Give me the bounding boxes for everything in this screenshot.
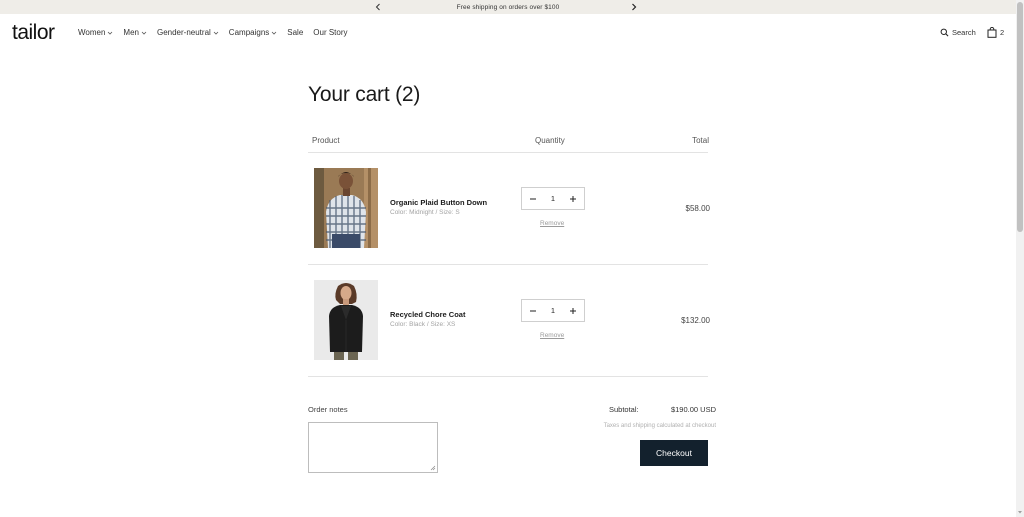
- subtotal-label: Subtotal:: [609, 405, 639, 414]
- nav-item-our-story[interactable]: Our Story: [313, 28, 347, 37]
- announcement-bar: Free shipping on orders over $100: [0, 0, 1016, 14]
- plus-icon[interactable]: [568, 194, 578, 204]
- column-header-product: Product: [312, 136, 340, 145]
- chevron-down-icon: [108, 31, 113, 35]
- chevron-down-icon: [271, 31, 277, 35]
- product-image-chore-coat[interactable]: [314, 280, 378, 360]
- subtotal-value: $190.00 USD: [670, 405, 716, 414]
- announcement-text: Free shipping on orders over $100: [456, 3, 560, 11]
- product-name[interactable]: Organic Plaid Button Down: [390, 198, 487, 207]
- nav-label: Campaigns: [228, 28, 270, 37]
- divider: [308, 264, 708, 265]
- product-meta: Color: Black / Size: XS: [390, 321, 456, 328]
- plus-icon[interactable]: [568, 306, 578, 316]
- cart-count: 2: [1000, 28, 1005, 37]
- logo[interactable]: tailor: [12, 21, 55, 45]
- column-header-total: Total: [692, 136, 709, 145]
- nav-label: Men: [123, 28, 139, 37]
- order-notes-field[interactable]: [308, 422, 438, 473]
- search-icon: [940, 28, 949, 37]
- minus-icon[interactable]: [528, 194, 538, 204]
- site-header: tailor Women Men Gender-neutral Campaign…: [0, 14, 1016, 54]
- nav-item-men[interactable]: Men: [123, 28, 147, 37]
- shopping-bag-icon: [987, 27, 997, 38]
- search-label: Search: [952, 28, 976, 37]
- product-image-plaid-shirt[interactable]: [314, 168, 378, 248]
- quantity-stepper: 1: [521, 187, 585, 210]
- column-header-quantity: Quantity: [535, 136, 565, 145]
- product-name[interactable]: Recycled Chore Coat: [390, 310, 465, 319]
- divider: [308, 376, 708, 377]
- remove-link[interactable]: Remove: [540, 332, 564, 339]
- product-meta: Color: Midnight / Size: S: [390, 209, 460, 216]
- remove-link[interactable]: Remove: [540, 220, 564, 227]
- quantity-value[interactable]: 1: [551, 306, 555, 315]
- line-total: $58.00: [685, 204, 710, 213]
- scroll-down-arrow-icon[interactable]: [1017, 509, 1023, 515]
- nav-label: Sale: [287, 28, 304, 37]
- chevron-right-icon[interactable]: [629, 2, 639, 12]
- search-button[interactable]: Search: [940, 28, 976, 37]
- minus-icon[interactable]: [528, 306, 538, 316]
- nav-item-gender-neutral[interactable]: Gender-neutral: [157, 28, 219, 37]
- scrollbar[interactable]: [1016, 0, 1024, 517]
- nav-item-women[interactable]: Women: [78, 28, 113, 37]
- main-nav: Women Men Gender-neutral Campaigns Sale …: [78, 28, 348, 37]
- nav-label: Gender-neutral: [156, 28, 211, 37]
- quantity-stepper: 1: [521, 299, 585, 322]
- chevron-left-icon[interactable]: [373, 2, 383, 12]
- tax-note: Taxes and shipping calculated at checkou…: [603, 423, 716, 429]
- nav-item-campaigns[interactable]: Campaigns: [229, 28, 277, 37]
- order-notes-label: Order notes: [308, 405, 348, 414]
- scrollbar-thumb[interactable]: [1017, 2, 1023, 232]
- checkout-button[interactable]: Checkout: [640, 440, 708, 466]
- resize-handle-icon[interactable]: [430, 465, 436, 471]
- nav-label: Our Story: [313, 28, 348, 37]
- divider: [308, 152, 708, 153]
- quantity-value[interactable]: 1: [551, 194, 555, 203]
- nav-label: Women: [78, 28, 106, 37]
- nav-item-sale[interactable]: Sale: [287, 28, 303, 37]
- chevron-down-icon: [213, 31, 219, 35]
- page-title: Your cart (2): [308, 83, 421, 106]
- cart-button[interactable]: 2: [987, 27, 1004, 38]
- chevron-down-icon: [141, 31, 147, 35]
- line-total: $132.00: [681, 316, 710, 325]
